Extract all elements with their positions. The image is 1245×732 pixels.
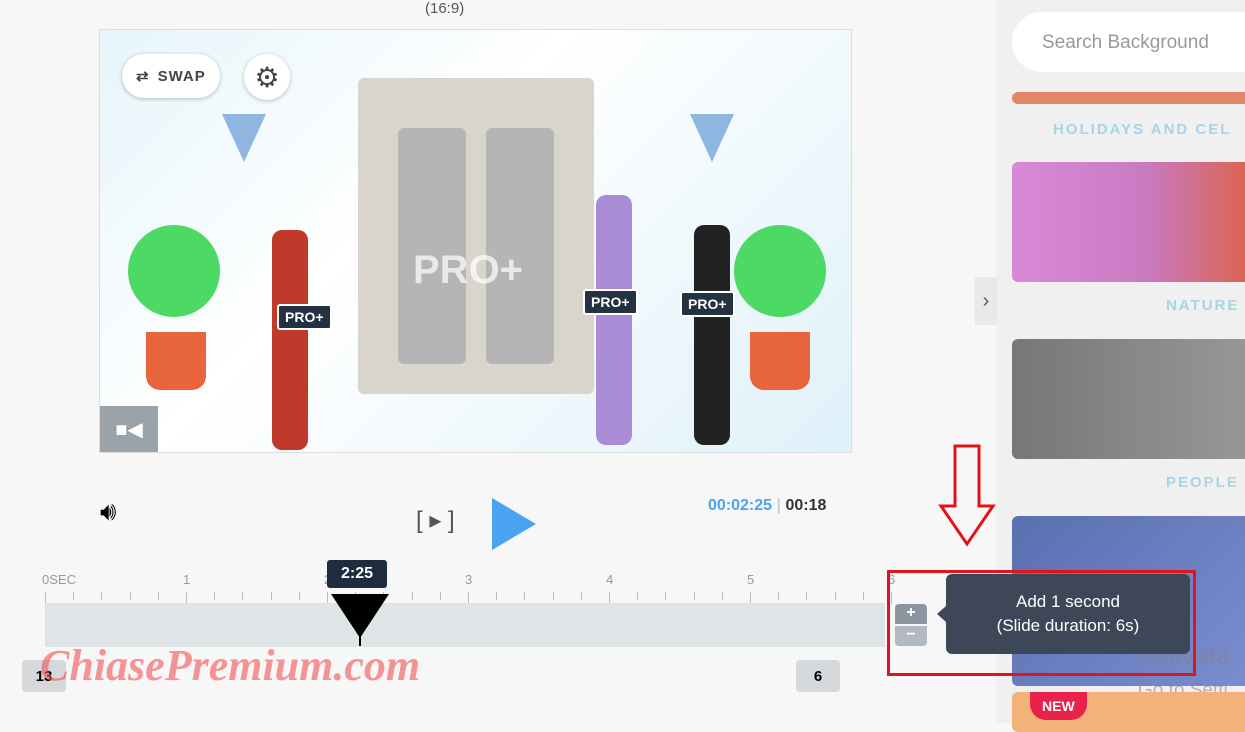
tick-mark xyxy=(721,592,723,600)
tick-label: 4 xyxy=(606,572,614,587)
pro-badge: PRO+ xyxy=(680,291,735,317)
swap-button[interactable]: ⇄ SWAP xyxy=(122,54,220,98)
collapse-sidebar-button[interactable]: › xyxy=(975,277,997,325)
highlight-box xyxy=(887,570,1196,676)
background-thumbnail-nature[interactable] xyxy=(1012,162,1245,282)
lamp-icon xyxy=(690,114,734,162)
time-separator: | xyxy=(776,497,781,514)
background-thumbnail-people[interactable] xyxy=(1012,339,1245,459)
preview-slide-button[interactable]: [ ▸ ] xyxy=(416,506,455,535)
tick-mark xyxy=(101,592,103,600)
tick-mark xyxy=(439,592,441,600)
arrow-down-icon xyxy=(938,444,996,547)
background-thumbnail[interactable] xyxy=(1012,92,1245,104)
play-button[interactable] xyxy=(492,498,536,550)
current-time: 00:02:25 xyxy=(708,497,773,514)
slide-marker[interactable]: 6 xyxy=(796,660,840,692)
tick-mark xyxy=(862,592,864,600)
new-badge: NEW xyxy=(1030,692,1087,720)
tick-mark xyxy=(580,592,582,600)
site-watermark: ChiasePremium.com xyxy=(40,641,421,690)
category-label[interactable]: HOLIDAYS AND CEL xyxy=(1053,121,1231,138)
video-camera-icon: ■◀ xyxy=(115,418,143,441)
tick-mark xyxy=(665,592,667,600)
tick-label: 1 xyxy=(183,572,191,587)
search-background-input[interactable]: Search Background xyxy=(1012,12,1245,72)
video-canvas[interactable]: ⇄ SWAP ⚙ PRO+ PRO+ PRO+ PRO+ ■◀ xyxy=(99,29,852,453)
settings-button[interactable]: ⚙ xyxy=(244,54,290,100)
volume-button[interactable]: 🔊︎ xyxy=(100,496,116,528)
plant-pot xyxy=(750,332,810,390)
tick-mark xyxy=(129,592,131,600)
elevator-graphic: PRO+ xyxy=(358,78,594,394)
character-woman-2 xyxy=(694,225,730,445)
tick-mark xyxy=(552,592,554,600)
tick-mark xyxy=(214,592,216,600)
character-man xyxy=(596,195,632,445)
playhead-time-label: 2:25 xyxy=(327,560,388,588)
tick-mark xyxy=(411,592,413,600)
plant-graphic xyxy=(128,225,220,317)
tick-mark xyxy=(242,592,244,600)
total-time: 00:18 xyxy=(785,497,827,514)
tick-mark xyxy=(496,592,498,600)
pro-watermark: PRO+ xyxy=(413,248,524,292)
pro-badge: PRO+ xyxy=(277,304,332,330)
time-display: 00:02:25 | 00:18 xyxy=(708,497,826,515)
plant-graphic xyxy=(734,225,826,317)
camera-button[interactable]: ■◀ xyxy=(100,406,158,452)
tick-label: 0SEC xyxy=(42,572,76,587)
swap-icon: ⇄ xyxy=(136,68,150,85)
aspect-ratio-label: (16:9) xyxy=(425,0,465,17)
tick-label: 3 xyxy=(465,572,473,587)
chevron-right-icon: › xyxy=(982,290,990,312)
tick-label: 5 xyxy=(747,572,755,587)
gear-icon: ⚙ xyxy=(254,61,280,93)
pro-badge: PRO+ xyxy=(583,289,638,315)
tick-mark xyxy=(298,592,300,600)
tick-mark xyxy=(778,592,780,600)
speaker-icon: 🔊︎ xyxy=(100,496,117,526)
tick-mark xyxy=(73,592,75,600)
character-woman xyxy=(272,230,308,450)
plant-pot xyxy=(146,332,206,390)
tick-mark xyxy=(693,592,695,600)
tick-mark xyxy=(270,592,272,600)
tick-mark xyxy=(637,592,639,600)
category-label[interactable]: PEOPLE xyxy=(1166,474,1239,491)
tick-mark xyxy=(834,592,836,600)
tick-mark xyxy=(157,592,159,600)
tick-mark xyxy=(806,592,808,600)
tick-mark xyxy=(524,592,526,600)
bracket-play-icon: [ ▸ ] xyxy=(416,507,455,534)
lamp-icon xyxy=(222,114,266,162)
category-label[interactable]: NATURE xyxy=(1166,297,1239,314)
